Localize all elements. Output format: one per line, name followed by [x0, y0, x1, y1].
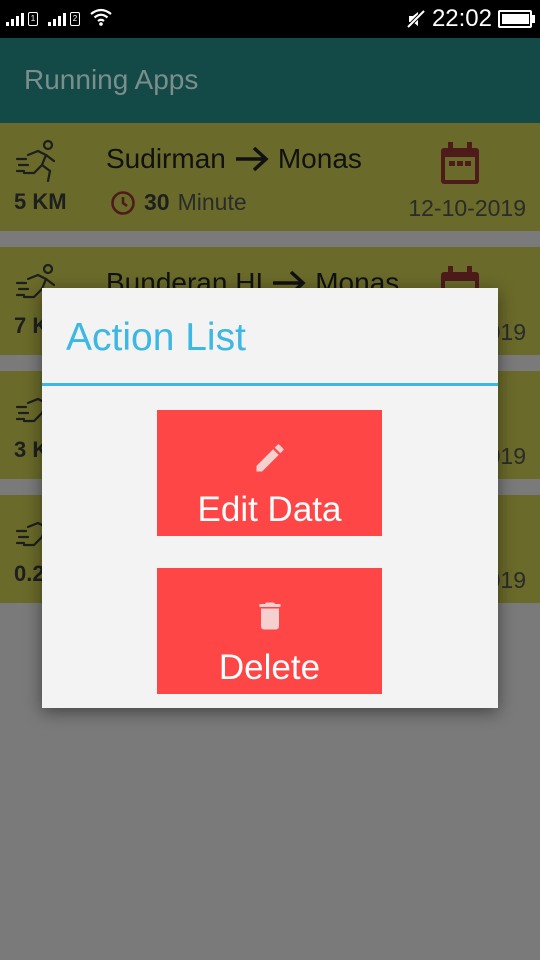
- dialog-divider: [42, 383, 498, 386]
- pencil-icon: [256, 444, 284, 472]
- action-list-dialog: Action List Edit Data Delete: [42, 288, 498, 708]
- status-bar: 1 2 22:02: [0, 0, 540, 38]
- signal-1-icon: [6, 13, 24, 26]
- sim-1-badge: 1: [28, 12, 38, 26]
- edit-data-button[interactable]: Edit Data: [157, 410, 382, 536]
- battery-icon: [498, 10, 535, 28]
- delete-button[interactable]: Delete: [157, 568, 382, 694]
- trash-icon: [259, 602, 280, 630]
- signal-2-icon: [48, 13, 66, 26]
- clock-time: 22:02: [431, 5, 492, 32]
- delete-label: Delete: [218, 648, 321, 687]
- edit-data-label: Edit Data: [197, 490, 342, 529]
- mute-icon: [406, 9, 426, 29]
- wifi-icon: [90, 8, 112, 26]
- dialog-title: Action List: [66, 316, 246, 359]
- sim-2-badge: 2: [70, 12, 80, 26]
